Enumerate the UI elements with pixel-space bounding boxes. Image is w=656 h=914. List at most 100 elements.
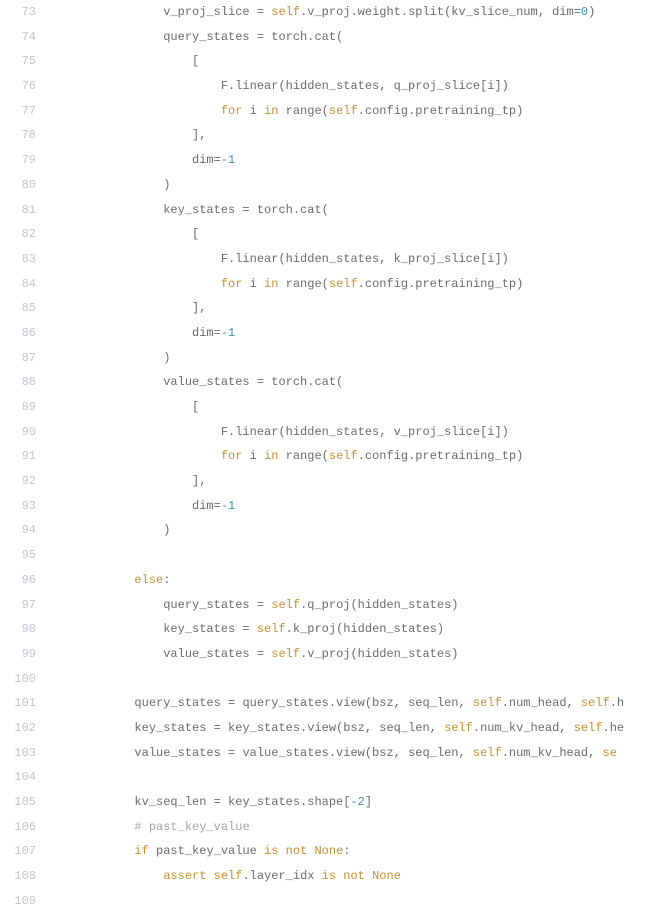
code-line[interactable]: query_states = self.q_proj(hidden_states… xyxy=(48,593,656,618)
token: ] xyxy=(365,795,372,809)
code-line[interactable]: ) xyxy=(48,518,656,543)
token: -2 xyxy=(350,795,364,809)
code-line[interactable]: [ xyxy=(48,222,656,247)
line-number: 74 xyxy=(0,25,36,50)
code-line[interactable]: ) xyxy=(48,173,656,198)
code-line[interactable]: key_states = self.k_proj(hidden_states) xyxy=(48,617,656,642)
code-line[interactable]: dim=-1 xyxy=(48,148,656,173)
line-number: 81 xyxy=(0,198,36,223)
line-number: 96 xyxy=(0,568,36,593)
code-area[interactable]: v_proj_slice = self.v_proj.weight.split(… xyxy=(48,0,656,914)
token: # past_key_value xyxy=(134,820,249,834)
code-editor[interactable]: 7374757677787980818283848586878889909192… xyxy=(0,0,656,914)
line-number: 92 xyxy=(0,469,36,494)
code-line[interactable]: query_states = torch.cat( xyxy=(48,25,656,50)
token: i xyxy=(242,277,264,291)
code-line[interactable]: value_states = torch.cat( xyxy=(48,370,656,395)
token: value_states = torch.cat( xyxy=(163,375,343,389)
code-line[interactable]: ], xyxy=(48,123,656,148)
line-number: 93 xyxy=(0,494,36,519)
line-number: 91 xyxy=(0,444,36,469)
code-line[interactable]: key_states = key_states.view(bsz, seq_le… xyxy=(48,716,656,741)
code-line[interactable]: value_states = self.v_proj(hidden_states… xyxy=(48,642,656,667)
token: .layer_idx xyxy=(242,869,321,883)
token: in xyxy=(264,449,278,463)
token: None xyxy=(314,844,343,858)
code-line[interactable]: else: xyxy=(48,568,656,593)
code-line[interactable]: for i in range(self.config.pretraining_t… xyxy=(48,272,656,297)
token: for xyxy=(221,449,243,463)
code-line[interactable]: for i in range(self.config.pretraining_t… xyxy=(48,99,656,124)
code-line[interactable]: if past_key_value is not None: xyxy=(48,839,656,864)
line-number: 99 xyxy=(0,642,36,667)
token: ], xyxy=(192,128,206,142)
line-number: 76 xyxy=(0,74,36,99)
code-line[interactable]: for i in range(self.config.pretraining_t… xyxy=(48,444,656,469)
code-line[interactable] xyxy=(48,543,656,568)
code-line[interactable]: query_states = query_states.view(bsz, se… xyxy=(48,691,656,716)
token: self xyxy=(214,869,243,883)
code-line[interactable]: F.linear(hidden_states, q_proj_slice[i]) xyxy=(48,74,656,99)
code-line[interactable]: [ xyxy=(48,395,656,420)
code-line[interactable]: ], xyxy=(48,296,656,321)
code-line[interactable] xyxy=(48,765,656,790)
token: in xyxy=(264,104,278,118)
token: self xyxy=(257,622,286,636)
token: ) xyxy=(163,523,170,537)
token: .v_proj.weight.split(kv_slice_num, dim= xyxy=(300,5,581,19)
token: F.linear(hidden_states, k_proj_slice[i]) xyxy=(221,252,509,266)
token: .config.pretraining_tp) xyxy=(358,104,524,118)
code-line[interactable]: # past_key_value xyxy=(48,815,656,840)
code-line[interactable]: ) xyxy=(48,346,656,371)
token: self xyxy=(271,598,300,612)
code-line[interactable]: dim=-1 xyxy=(48,494,656,519)
line-number: 95 xyxy=(0,543,36,568)
line-number: 103 xyxy=(0,741,36,766)
token: self xyxy=(473,746,502,760)
token: .k_proj(hidden_states) xyxy=(286,622,444,636)
token: self xyxy=(574,721,603,735)
code-line[interactable]: value_states = value_states.view(bsz, se… xyxy=(48,741,656,766)
line-number: 108 xyxy=(0,864,36,889)
token: self xyxy=(329,277,358,291)
code-line[interactable]: assert self.layer_idx is not None xyxy=(48,864,656,889)
token: dim= xyxy=(192,499,221,513)
code-line[interactable]: kv_seq_len = key_states.shape[-2] xyxy=(48,790,656,815)
token: value_states = xyxy=(163,647,271,661)
token: query_states = xyxy=(163,598,271,612)
token: for xyxy=(221,277,243,291)
code-line[interactable] xyxy=(48,667,656,692)
line-number: 97 xyxy=(0,593,36,618)
line-number: 101 xyxy=(0,691,36,716)
code-line[interactable]: [ xyxy=(48,49,656,74)
token: is xyxy=(264,844,278,858)
token: i xyxy=(242,104,264,118)
line-number-gutter: 7374757677787980818283848586878889909192… xyxy=(0,0,48,914)
token: query_states = torch.cat( xyxy=(163,30,343,44)
token xyxy=(365,869,372,883)
token: else xyxy=(134,573,163,587)
token: key_states = torch.cat( xyxy=(163,203,329,217)
code-line[interactable]: dim=-1 xyxy=(48,321,656,346)
code-line[interactable]: F.linear(hidden_states, v_proj_slice[i]) xyxy=(48,420,656,445)
token: .num_head, xyxy=(502,696,581,710)
code-line[interactable] xyxy=(48,889,656,914)
token: self xyxy=(271,647,300,661)
code-line[interactable]: v_proj_slice = self.v_proj.weight.split(… xyxy=(48,0,656,25)
token: ], xyxy=(192,474,206,488)
token: F.linear(hidden_states, q_proj_slice[i]) xyxy=(221,79,509,93)
line-number: 73 xyxy=(0,0,36,25)
token: .q_proj(hidden_states) xyxy=(300,598,458,612)
line-number: 84 xyxy=(0,272,36,297)
token: self xyxy=(329,449,358,463)
code-line[interactable]: key_states = torch.cat( xyxy=(48,198,656,223)
line-number: 80 xyxy=(0,173,36,198)
line-number: 98 xyxy=(0,617,36,642)
token: : xyxy=(163,573,170,587)
code-line[interactable]: F.linear(hidden_states, k_proj_slice[i]) xyxy=(48,247,656,272)
token: not xyxy=(286,844,308,858)
token: .v_proj(hidden_states) xyxy=(300,647,458,661)
code-line[interactable]: ], xyxy=(48,469,656,494)
token: self xyxy=(581,696,610,710)
token: range( xyxy=(278,104,328,118)
